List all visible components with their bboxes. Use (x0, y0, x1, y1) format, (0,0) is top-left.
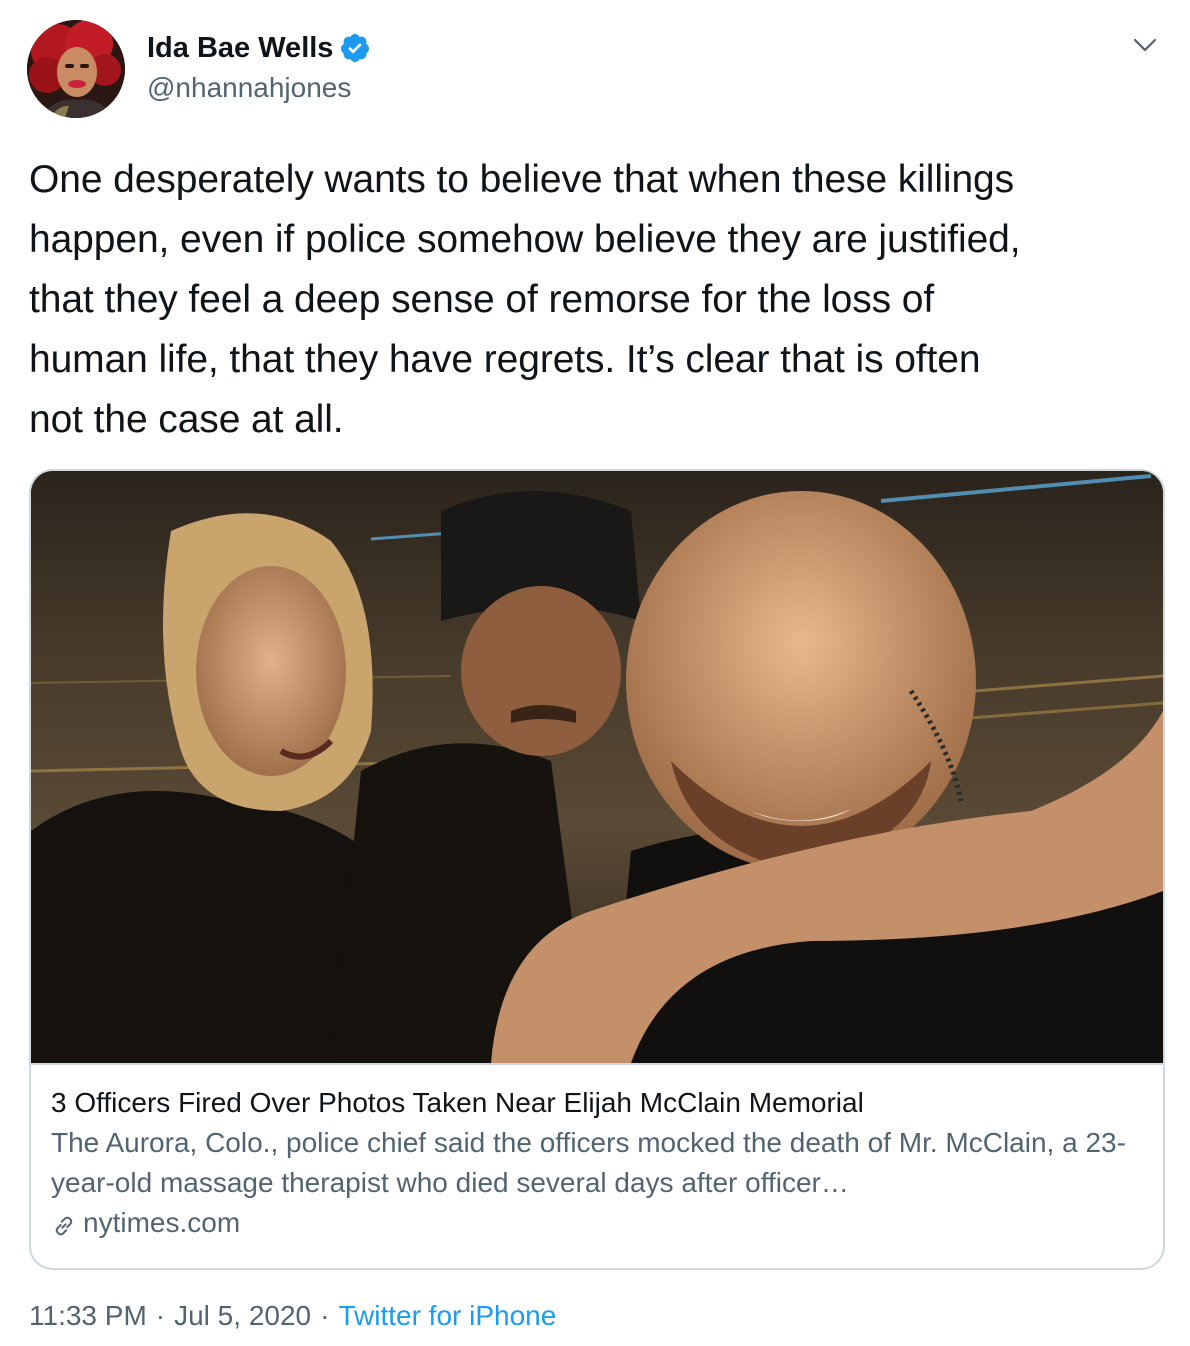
tweet-text: One desperately wants to believe that wh… (29, 158, 1021, 441)
card-domain: nytimes.com (83, 1207, 241, 1238)
card-description: The Aurora, Colo., police chief said the… (51, 1127, 1126, 1198)
card-domain-row: nytimes.com (51, 1203, 1143, 1243)
avatar-image (27, 20, 125, 118)
tweet-date[interactable]: Jul 5, 2020 (174, 1296, 311, 1336)
card-body: 3 Officers Fired Over Photos Taken Near … (51, 1085, 1143, 1243)
tweet-meta: 11:33 PM · Jul 5, 2020 · Twitter for iPh… (29, 1296, 556, 1336)
meta-separator: · (155, 1300, 166, 1331)
card-title: 3 Officers Fired Over Photos Taken Near … (51, 1087, 864, 1118)
author-handle[interactable]: @nhannahjones (147, 70, 351, 106)
author-name-row: Ida Bae Wells (147, 30, 371, 66)
meta-separator: · (320, 1300, 330, 1331)
chevron-down-icon[interactable] (1130, 30, 1160, 60)
author-display-name[interactable]: Ida Bae Wells (147, 30, 333, 66)
card-photo (31, 471, 1163, 1063)
tweet-source-link[interactable]: Twitter for iPhone (338, 1296, 556, 1336)
card-image[interactable] (31, 471, 1163, 1065)
verified-badge-icon (339, 32, 371, 64)
avatar[interactable] (27, 20, 125, 118)
link-icon (51, 1210, 77, 1236)
link-card[interactable]: 3 Officers Fired Over Photos Taken Near … (29, 469, 1165, 1270)
tweet-time[interactable]: 11:33 PM (29, 1296, 147, 1336)
tweet: Ida Bae Wells @nhannahjones One desperat… (0, 0, 1190, 1346)
